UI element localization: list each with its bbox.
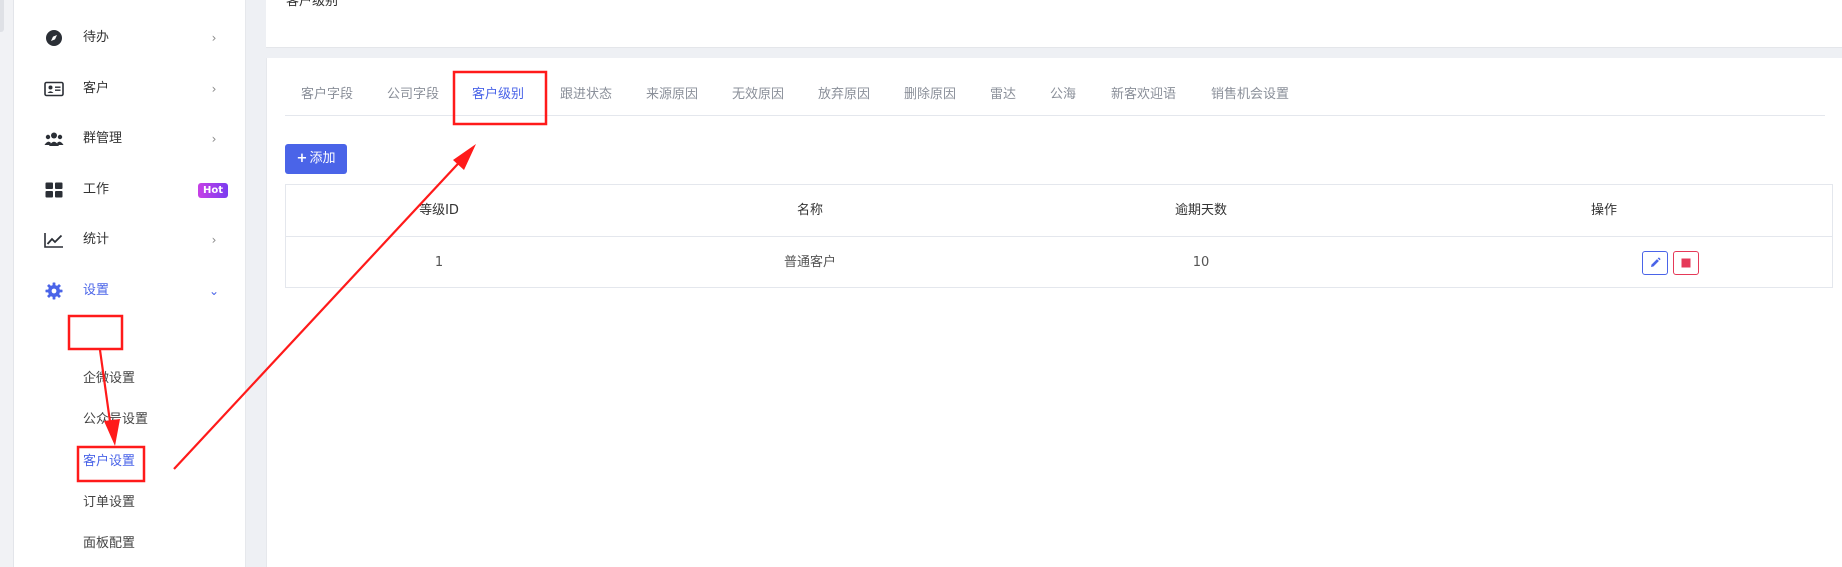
breadcrumb: 客户级别	[286, 0, 339, 9]
sub-item-panel-config[interactable]: 面板配置	[83, 534, 135, 554]
tab-follow-status[interactable]: 跟进状态	[560, 78, 612, 116]
hot-badge: Hot	[198, 183, 229, 198]
column-header: 逾期天数	[1174, 203, 1227, 218]
sidebar-item-todo[interactable]: 待办 ›	[14, 18, 246, 58]
delete-button[interactable]	[1673, 251, 1699, 275]
tab-customer-level[interactable]: 客户级别	[472, 78, 524, 116]
cell-level-id: 1	[434, 255, 444, 270]
tab-bar: 客户字段 公司字段 客户级别 跟进状态 来源原因 无效原因 放弃原因 删除原因 …	[285, 78, 1825, 116]
tab-sales-opportunity-settings[interactable]: 销售机会设置	[1211, 78, 1289, 116]
tab-invalid-reason[interactable]: 无效原因	[732, 78, 784, 116]
table-row: 1 普通客户 10	[286, 237, 1832, 289]
sidebar-item-groups[interactable]: 群管理 ›	[14, 119, 246, 159]
sidebar: 待办 › 客户 › 群管理 › 工作 Hot 统计 › 设置 ⌄ 企微设置 公众…	[14, 0, 246, 567]
stop-square-icon	[1681, 258, 1691, 268]
column-header: 名称	[796, 203, 823, 218]
add-button[interactable]: + 添加	[285, 144, 347, 174]
tab-abandon-reason[interactable]: 放弃原因	[818, 78, 870, 116]
sidebar-item-label: 统计	[83, 232, 110, 247]
tab-public-pool[interactable]: 公海	[1050, 78, 1076, 116]
sidebar-item-label: 客户	[83, 81, 110, 96]
sidebar-item-work[interactable]: 工作 Hot	[14, 170, 246, 210]
pencil-icon	[1651, 257, 1661, 267]
tab-customer-fields[interactable]: 客户字段	[301, 78, 353, 116]
cell-overdue-days: 10	[1192, 255, 1210, 270]
line-chart-icon	[44, 230, 64, 250]
tab-radar[interactable]: 雷达	[990, 78, 1016, 116]
sidebar-item-label: 群管理	[83, 131, 123, 146]
contact-card-icon	[44, 79, 64, 99]
sub-item-order-settings[interactable]: 订单设置	[83, 493, 135, 513]
table-header: 等级ID 名称 逾期天数 操作	[286, 185, 1832, 237]
compass-icon	[44, 28, 64, 48]
sub-item-official-account-settings[interactable]: 公众号设置	[83, 410, 148, 430]
cell-name: 普通客户	[783, 255, 836, 270]
tab-company-fields[interactable]: 公司字段	[387, 78, 439, 116]
sidebar-item-label: 待办	[83, 30, 110, 45]
edit-button[interactable]	[1642, 251, 1668, 275]
sub-item-customer-settings[interactable]: 客户设置	[83, 452, 135, 472]
column-header: 操作	[1590, 203, 1617, 218]
page-header: 客户级别	[266, 0, 1842, 48]
tab-source-reason[interactable]: 来源原因	[646, 78, 698, 116]
main-panel: 客户字段 公司字段 客户级别 跟进状态 来源原因 无效原因 放弃原因 删除原因 …	[266, 58, 1842, 567]
group-icon	[44, 129, 64, 149]
sidebar-item-settings[interactable]: 设置 ⌄	[14, 271, 246, 311]
collapse-nub[interactable]	[0, 0, 4, 32]
plus-icon: +	[296, 151, 308, 166]
sidebar-item-statistics[interactable]: 统计 ›	[14, 220, 246, 260]
sidebar-item-customers[interactable]: 客户 ›	[14, 69, 246, 109]
sub-item-wecom-settings[interactable]: 企微设置	[83, 369, 135, 389]
chevron-right-icon: ›	[211, 132, 217, 146]
chevron-right-icon: ›	[211, 82, 217, 96]
tab-welcome-message[interactable]: 新客欢迎语	[1111, 78, 1176, 116]
tab-delete-reason[interactable]: 删除原因	[904, 78, 956, 116]
grid-icon	[44, 180, 64, 200]
add-button-label: 添加	[309, 151, 336, 166]
chevron-right-icon: ›	[211, 233, 217, 247]
chevron-down-icon: ⌄	[208, 284, 220, 298]
chevron-right-icon: ›	[211, 31, 217, 45]
sidebar-item-label: 设置	[83, 283, 110, 298]
left-edge-strip	[0, 0, 14, 567]
sidebar-item-label: 工作	[83, 182, 110, 197]
column-header: 等级ID	[419, 203, 459, 218]
customer-level-table: 等级ID 名称 逾期天数 操作 1 普通客户 10	[285, 184, 1833, 288]
gear-icon	[44, 281, 64, 301]
